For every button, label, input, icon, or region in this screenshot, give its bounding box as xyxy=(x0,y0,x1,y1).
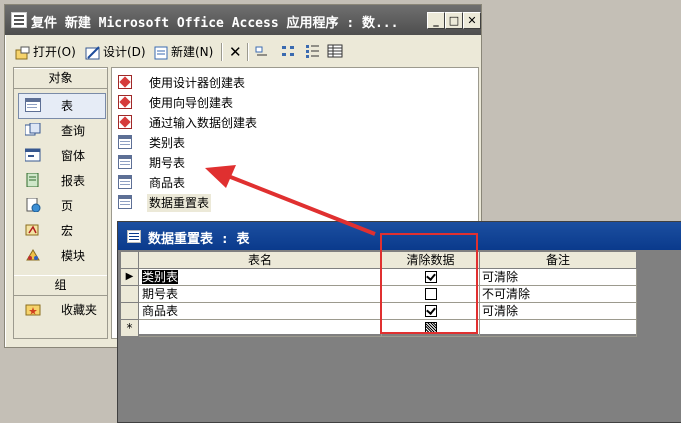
clear-data-checkbox[interactable] xyxy=(424,270,437,283)
sidebar-item-label: 页 xyxy=(61,199,74,213)
table-icon xyxy=(118,195,132,209)
large-icons-icon[interactable] xyxy=(255,43,271,61)
sidebar-item-favorites[interactable]: 收藏夹 xyxy=(19,298,105,322)
clear-data-checkbox[interactable] xyxy=(424,304,437,317)
table-wizard-icon xyxy=(118,95,132,109)
design-label: 设计(D) xyxy=(103,45,146,59)
objects-header[interactable]: 对象 xyxy=(14,68,107,89)
toolbar: 打开(O) 设计(D) 新建(N) ✕ xyxy=(5,39,481,65)
clear-data-checkbox[interactable] xyxy=(424,321,437,334)
delete-button[interactable]: ✕ xyxy=(229,43,242,61)
table-icon xyxy=(127,230,141,243)
clear-data-cell[interactable] xyxy=(382,320,480,337)
module-icon xyxy=(25,248,41,262)
design-icon xyxy=(85,45,101,61)
sidebar-item-forms[interactable]: 窗体 xyxy=(19,144,105,168)
list-view-icon[interactable] xyxy=(305,43,321,61)
groups-header[interactable]: 组 xyxy=(14,275,107,296)
sidebar-item-pages[interactable]: 页 xyxy=(19,194,105,218)
table-name-value: 类别表 xyxy=(142,270,179,284)
clear-data-cell[interactable] xyxy=(382,286,480,303)
datasheet-window: 数据重置表 : 表 表名 清除数据 备注 ▶ 类别表 可清除 期号表 不可清除 … xyxy=(117,221,681,423)
column-header-clear-data[interactable]: 清除数据 xyxy=(382,252,480,269)
notes-cell[interactable]: 可清除 xyxy=(480,269,637,286)
notes-cell[interactable]: 不可清除 xyxy=(480,286,637,303)
new-button[interactable]: 新建(N) xyxy=(153,43,213,61)
report-icon xyxy=(25,172,41,188)
list-item-label: 数据重置表 xyxy=(147,194,212,212)
notes-cell[interactable] xyxy=(480,320,637,337)
clear-data-checkbox[interactable] xyxy=(424,287,437,300)
list-item-label: 使用设计器创建表 xyxy=(149,76,246,90)
maximize-button[interactable]: □ xyxy=(445,12,463,29)
table-icon xyxy=(118,135,132,149)
toolbar-separator xyxy=(221,43,222,61)
list-item-label: 类别表 xyxy=(149,136,186,150)
table-icon xyxy=(25,98,41,112)
sidebar-item-modules[interactable]: 模块 xyxy=(19,244,105,268)
macro-icon xyxy=(25,223,41,237)
column-header-notes[interactable]: 备注 xyxy=(480,252,637,269)
new-label: 新建(N) xyxy=(171,45,214,59)
objects-bar: 对象 表 查询 窗体 报表 页 宏 模块 组 收藏夹 xyxy=(13,67,108,339)
sidebar-item-label: 查询 xyxy=(61,124,86,138)
datasheet-grid: 表名 清除数据 备注 ▶ 类别表 可清除 期号表 不可清除 商品表 可清除 * xyxy=(121,252,637,337)
table-icon xyxy=(118,175,132,189)
datasheet-title: 数据重置表 : 表 xyxy=(148,232,250,247)
table-name-cell[interactable]: 期号表 xyxy=(139,286,382,303)
data-entry-wizard-icon xyxy=(118,115,132,129)
column-header-table-name[interactable]: 表名 xyxy=(139,252,382,269)
open-label: 打开(O) xyxy=(33,45,76,59)
notes-cell[interactable]: 可清除 xyxy=(480,303,637,320)
sidebar-item-label: 收藏夹 xyxy=(61,303,98,317)
access-app-icon xyxy=(11,12,27,28)
sidebar-item-label: 表 xyxy=(61,99,74,113)
minimize-button[interactable]: _ xyxy=(427,12,445,29)
sidebar-item-label: 宏 xyxy=(61,224,74,238)
favorites-folder-icon xyxy=(25,302,41,316)
sidebar-item-label: 窗体 xyxy=(61,149,86,163)
row-selector[interactable] xyxy=(121,303,139,320)
toolbar-separator xyxy=(247,43,248,61)
design-button[interactable]: 设计(D) xyxy=(85,43,146,61)
table-icon xyxy=(118,155,132,169)
new-record-selector[interactable]: * xyxy=(121,320,139,337)
window-title: 复件 新建 Microsoft Office Access 应用程序 : 数..… xyxy=(31,16,399,31)
sidebar-item-queries[interactable]: 查询 xyxy=(19,119,105,143)
open-icon xyxy=(15,45,31,61)
datasheet-titlebar[interactable]: 数据重置表 : 表 xyxy=(118,222,681,250)
list-item-label: 期号表 xyxy=(149,156,186,170)
clear-data-cell[interactable] xyxy=(382,269,480,286)
sidebar-item-tables[interactable]: 表 xyxy=(18,93,106,119)
details-view-icon[interactable] xyxy=(327,43,343,61)
form-icon xyxy=(24,148,41,162)
close-button[interactable]: ✕ xyxy=(463,12,481,29)
open-button[interactable]: 打开(O) xyxy=(15,43,76,61)
sidebar-item-reports[interactable]: 报表 xyxy=(19,169,105,193)
row-selector[interactable]: ▶ xyxy=(121,269,139,286)
database-titlebar[interactable]: 复件 新建 Microsoft Office Access 应用程序 : 数..… xyxy=(5,5,481,35)
list-item-label: 使用向导创建表 xyxy=(149,96,234,110)
sidebar-item-label: 模块 xyxy=(61,249,86,263)
list-item-label: 通过输入数据创建表 xyxy=(149,116,258,130)
clear-data-cell[interactable] xyxy=(382,303,480,320)
table-name-cell[interactable]: 类别表 xyxy=(139,269,382,286)
query-icon xyxy=(24,122,41,137)
page-icon xyxy=(25,197,41,213)
table-name-cell[interactable] xyxy=(139,320,382,337)
table-name-cell[interactable]: 商品表 xyxy=(139,303,382,320)
row-selector[interactable] xyxy=(121,286,139,303)
design-wizard-icon xyxy=(118,75,132,89)
select-all-corner[interactable] xyxy=(121,252,139,269)
small-icons-icon[interactable] xyxy=(281,43,297,61)
list-item-label: 商品表 xyxy=(149,176,186,190)
new-icon xyxy=(153,45,169,61)
sidebar-item-macros[interactable]: 宏 xyxy=(19,219,105,243)
sidebar-item-label: 报表 xyxy=(61,174,86,188)
